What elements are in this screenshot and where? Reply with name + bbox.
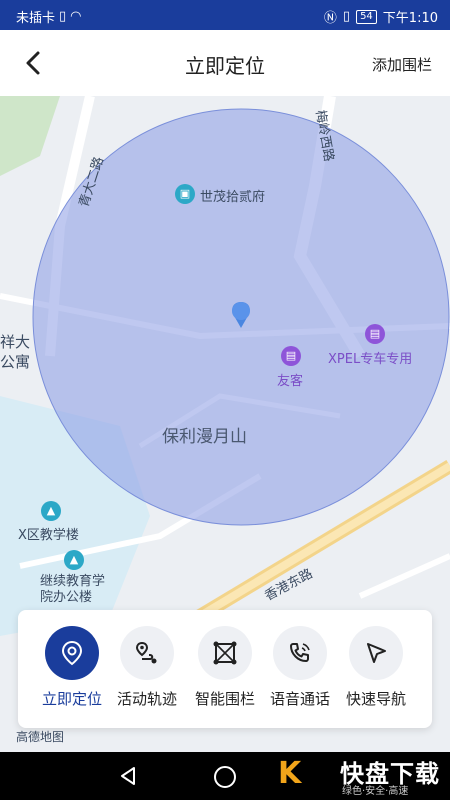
route-icon <box>135 641 157 664</box>
smart-fence-label: 智能围栏 <box>194 690 255 708</box>
nav-back-icon[interactable] <box>118 766 138 786</box>
carrier-text: 未插卡 <box>16 11 56 26</box>
map-label-poi-xpel: XPEL专车专用 <box>328 352 413 367</box>
nfc-icon: Ⓝ <box>323 11 337 26</box>
map-label-poi-xqu: X区教学楼 <box>18 528 79 543</box>
watermark-subtext: 绿色·安全·高速 <box>342 786 409 797</box>
add-fence-button[interactable]: 添加围栏 <box>372 54 432 75</box>
clock: 下午1:10 <box>382 11 438 26</box>
quick-navigation-label: 快速导航 <box>345 690 406 708</box>
park-area <box>0 96 60 176</box>
wifi-icon: ◠ <box>70 9 82 24</box>
activity-track-label: 活动轨迹 <box>116 690 177 708</box>
map-label-poi-jixu: 继续教育学院办公楼 <box>40 574 106 605</box>
activity-track-button[interactable]: 活动轨迹 <box>107 626 187 709</box>
action-toolbar: 立即定位 活动轨迹 智能围栏 语音通话 快速导航 <box>18 610 432 728</box>
locate-now-label: 立即定位 <box>41 690 102 708</box>
school-icon: ▲ <box>41 501 61 521</box>
status-bar: 未插卡 ▯ ◠ Ⓝ ▯ 54 下午1:10 <box>0 0 450 30</box>
building-icon: ▣ <box>175 184 195 204</box>
location-pin-icon <box>61 640 83 666</box>
quick-navigation-button[interactable]: 快速导航 <box>336 626 416 709</box>
shopping-icon: ▤ <box>281 346 301 366</box>
map-label-area-baoli: 保利漫月山 <box>162 427 247 447</box>
fence-icon <box>213 641 237 665</box>
app-header: 立即定位 添加围栏 <box>0 30 450 96</box>
map-label-area-xiangda: 祥大公寓 <box>0 333 31 371</box>
map-logo: 高德地图 <box>16 730 65 744</box>
sim-icon: ▯ <box>59 9 67 24</box>
vibrate-icon: ▯ <box>342 9 351 24</box>
battery-indicator: 54 <box>356 9 377 24</box>
smart-fence-button[interactable]: 智能围栏 <box>185 626 265 709</box>
phone-icon <box>290 643 310 662</box>
voice-call-button[interactable]: 语音通话 <box>260 626 340 709</box>
nav-home-icon[interactable] <box>214 766 236 788</box>
school-icon: ▲ <box>64 550 84 570</box>
map-label-poi-shimao: 世茂拾贰府 <box>200 190 266 205</box>
map-label-poi-youke: 友客 <box>277 374 304 389</box>
locate-now-button[interactable]: 立即定位 <box>32 626 112 709</box>
watermark-logo: K 快盘下载 绿色·安全·高速 <box>272 752 442 800</box>
voice-call-label: 语音通话 <box>269 690 330 708</box>
road <box>358 553 450 599</box>
watermark-k-icon: K <box>278 756 302 791</box>
navigation-arrow-icon <box>367 643 386 663</box>
shopping-icon: ▤ <box>365 324 385 344</box>
